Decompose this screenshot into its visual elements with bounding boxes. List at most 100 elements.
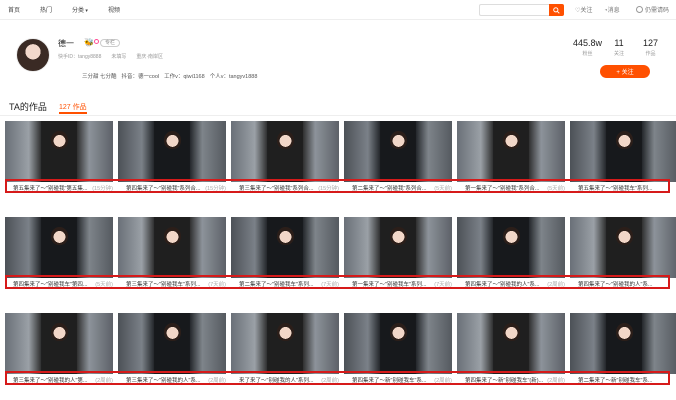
video-card[interactable]: 第三集来了～"别碰我车"系列... (7天前) xyxy=(118,217,226,300)
video-title[interactable]: 第三集来了～"别碰我的人"第... (2周前) xyxy=(13,376,113,384)
video-card[interactable]: 第四集来了～"别碰我"系列合... (15分钟) xyxy=(118,121,226,204)
nav-video[interactable]: 视频 xyxy=(108,5,120,14)
stat-works-label: 作品 xyxy=(645,51,656,57)
bio-line: 抖音：德一cool xyxy=(121,74,160,80)
works-tab-underline xyxy=(59,112,87,114)
stat-works[interactable]: 127 作品 xyxy=(643,38,658,57)
video-thumbnail[interactable] xyxy=(231,121,339,182)
video-card[interactable]: 第三集来了～"别碰我的人"系... (2周前) xyxy=(118,313,226,396)
video-thumbnail[interactable] xyxy=(344,313,452,374)
video-card[interactable]: 第二集来了～新"别碰我车"系... xyxy=(570,313,676,396)
video-date: (5天前) xyxy=(95,282,113,288)
video-title[interactable]: 第三集来了～"别碰我"系列合... (15分钟) xyxy=(239,184,339,192)
video-card[interactable]: 来了来了～"别碰我的人"系列... (2周前) xyxy=(231,313,339,396)
top-message-link[interactable]: ◔消息 xyxy=(604,5,620,14)
video-thumbnail[interactable] xyxy=(231,313,339,374)
top-login-link[interactable]: 仍需请码 xyxy=(636,5,669,14)
video-title[interactable]: 第三集来了～"别碰我车"系列... (7天前) xyxy=(126,280,226,288)
video-thumbnail[interactable] xyxy=(5,217,113,278)
search-button[interactable] xyxy=(549,4,564,16)
video-thumbnail[interactable] xyxy=(570,217,676,278)
video-title[interactable]: 第四集来了～"别碰我的人"系... xyxy=(578,280,676,288)
nav-category[interactable]: 分类 xyxy=(72,5,88,14)
video-title[interactable]: 第三集来了～"别碰我的人"系... (2周前) xyxy=(126,376,226,384)
video-card[interactable]: 第四集来了～"别碰我的人"系... (2周前) xyxy=(457,217,565,300)
stat-fans[interactable]: 445.8w 粉丝 xyxy=(573,38,602,57)
video-title[interactable]: 第一集来了～"别碰我"系列合... (5天前) xyxy=(465,184,565,192)
search-input[interactable] xyxy=(479,4,549,16)
video-thumbnail[interactable] xyxy=(457,313,565,374)
video-title[interactable]: 第四集来了～"别碰我"系列合... (15分钟) xyxy=(126,184,226,192)
thumb-face xyxy=(616,323,633,341)
video-title[interactable]: 第一集来了～"别碰我车"系列... (7天前) xyxy=(352,280,452,288)
video-card[interactable]: 第一集来了～"别碰我车"系列... (7天前) xyxy=(344,217,452,300)
video-title-text: 第四集来了～新"别碰我车"系... xyxy=(352,378,427,384)
video-thumbnail[interactable] xyxy=(5,121,113,182)
video-card[interactable]: 第五集来了～"别碰我车"系列... xyxy=(570,121,676,204)
video-thumbnail[interactable] xyxy=(457,217,565,278)
video-thumbnail[interactable] xyxy=(570,313,676,374)
thumb-face xyxy=(616,227,633,245)
video-card[interactable]: 第二集来了～"别碰我"系列合... (5天前) xyxy=(344,121,452,204)
video-thumbnail[interactable] xyxy=(118,313,226,374)
profile-name: 德一 xyxy=(58,39,74,48)
video-title-text: 第三集来了～"别碰我车"系列... xyxy=(126,282,201,288)
works-row: 第五集来了～"别碰我"第五集... (15分钟) 第四集来了～"别碰我"系列合...… xyxy=(0,121,676,204)
video-card[interactable]: 第五集来了～"别碰我"第五集... (15分钟) xyxy=(5,121,113,204)
thumb-face xyxy=(277,227,294,245)
follow-button[interactable]: + 关注 xyxy=(600,65,650,78)
video-card[interactable]: 第三集来了～"别碰我的人"第... (2周前) xyxy=(5,313,113,396)
video-title[interactable]: 第四集来了～"别碰我的人"系... (2周前) xyxy=(465,280,565,288)
video-card[interactable]: 第四集来了～"别碰我的人"系... xyxy=(570,217,676,300)
profile-field-2: 未填写 xyxy=(111,54,127,60)
video-date: (15分钟) xyxy=(92,186,113,192)
video-thumbnail[interactable] xyxy=(344,121,452,182)
video-title[interactable]: 第五集来了～"别碰我车"系列... xyxy=(578,184,676,192)
bio-line: 个人v：tangyv1888 xyxy=(209,74,258,80)
video-thumbnail[interactable] xyxy=(231,217,339,278)
video-title[interactable]: 第五集来了～"别碰我"第五集... (15分钟) xyxy=(13,184,113,192)
video-card[interactable]: 第四集来了～新"别碰我车"(新)... (2周前) xyxy=(457,313,565,396)
top-follow-link[interactable]: ♡关注 xyxy=(575,5,592,14)
video-title-text: 第一集来了～"别碰我车"系列... xyxy=(352,282,427,288)
works-tab[interactable]: 127 作品 xyxy=(59,102,87,112)
video-title-text: 第二集来了～"别碰我"系列合... xyxy=(352,186,427,192)
thumb-face xyxy=(503,227,520,245)
thumb-face xyxy=(164,131,181,149)
video-title[interactable]: 第二集来了～"别碰我车"系列... (7天前) xyxy=(239,280,339,288)
video-title[interactable]: 第四集来了～新"别碰我车"系... (2周前) xyxy=(352,376,452,384)
video-thumbnail[interactable] xyxy=(118,121,226,182)
video-card[interactable]: 第三集来了～"别碰我"系列合... (15分钟) xyxy=(231,121,339,204)
video-date: (2周前) xyxy=(547,378,565,384)
video-date: (2周前) xyxy=(547,282,565,288)
thumb-face xyxy=(277,131,294,149)
video-title[interactable]: 第二集来了～新"别碰我车"系... xyxy=(578,376,676,384)
thumb-face xyxy=(51,323,68,341)
gender-icon xyxy=(94,39,99,44)
thumb-face xyxy=(277,323,294,341)
video-thumbnail[interactable] xyxy=(344,217,452,278)
nav-home[interactable]: 首页 xyxy=(8,5,20,14)
nav-hot[interactable]: 热门 xyxy=(40,5,52,14)
video-thumbnail[interactable] xyxy=(118,217,226,278)
video-title[interactable]: 第二集来了～"别碰我"系列合... (5天前) xyxy=(352,184,452,192)
video-title-text: 来了来了～"别碰我的人"系列... xyxy=(239,378,314,384)
video-title-text: 第五集来了～"别碰我车"系列... xyxy=(578,186,653,192)
video-title-text: 第四集来了～"别碰我的人"系... xyxy=(578,282,653,288)
video-title[interactable]: 第四集来了～"别碰我车"第四... (5天前) xyxy=(13,280,113,288)
video-card[interactable]: 第四集来了～"别碰我车"第四... (5天前) xyxy=(5,217,113,300)
video-thumbnail[interactable] xyxy=(5,313,113,374)
video-thumbnail[interactable] xyxy=(457,121,565,182)
profile-id: 快手ID：tangy8888 xyxy=(58,54,102,60)
video-card[interactable]: 第四集来了～新"别碰我车"系... (2周前) xyxy=(344,313,452,396)
video-card[interactable]: 第二集来了～"别碰我车"系列... (7天前) xyxy=(231,217,339,300)
video-date: (2周前) xyxy=(95,378,113,384)
video-thumbnail[interactable] xyxy=(570,121,676,182)
video-title[interactable]: 来了来了～"别碰我的人"系列... (2周前) xyxy=(239,376,339,384)
divider xyxy=(0,115,676,116)
stat-following[interactable]: 11 关注 xyxy=(614,38,624,57)
video-title[interactable]: 第四集来了～新"别碰我车"(新)... (2周前) xyxy=(465,376,565,384)
video-date: (15分钟) xyxy=(318,186,339,192)
video-card[interactable]: 第一集来了～"别碰我"系列合... (5天前) xyxy=(457,121,565,204)
thumb-face xyxy=(390,227,407,245)
